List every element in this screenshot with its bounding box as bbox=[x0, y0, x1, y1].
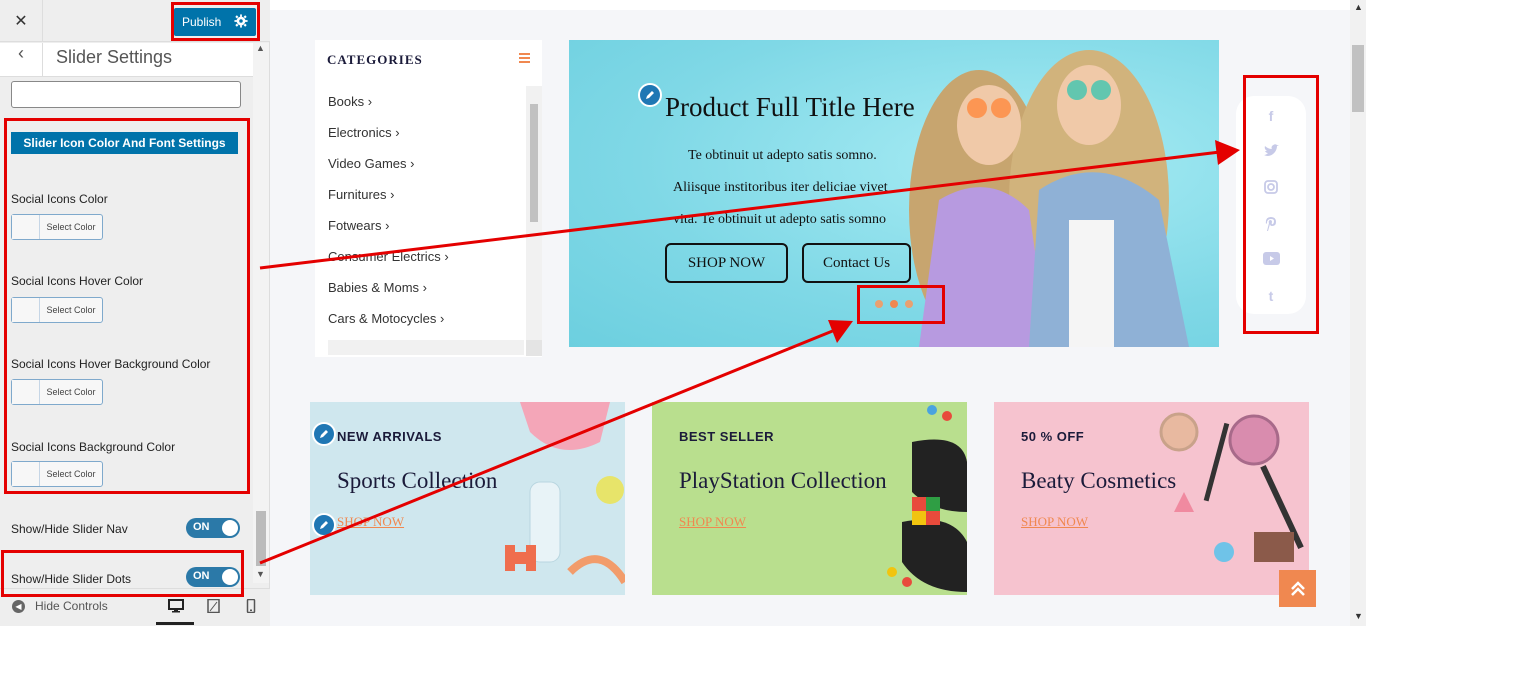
hide-controls-label: Hide Controls bbox=[35, 599, 108, 613]
scroll-down-icon[interactable]: ▼ bbox=[1354, 611, 1363, 621]
category-label: Video Games bbox=[328, 156, 407, 171]
hero-text-line: vita. Te obtinuit ut adepto satis somno bbox=[673, 212, 887, 227]
hide-controls-button[interactable]: ◀ Hide Controls bbox=[12, 599, 108, 613]
hero-text-line: Aliisque institoribus iter deliciae vive… bbox=[673, 180, 888, 195]
promo-title: Sports Collection bbox=[337, 468, 498, 493]
toggle-knob bbox=[222, 520, 238, 536]
category-item[interactable]: Fotwears › bbox=[328, 218, 389, 233]
mobile-icon[interactable] bbox=[243, 599, 259, 613]
chevron-left-icon[interactable]: ‹ bbox=[0, 43, 43, 77]
categories-scrollbar[interactable] bbox=[526, 86, 542, 342]
hero-image bbox=[909, 50, 1189, 347]
cosmetics-image bbox=[1159, 412, 1304, 562]
category-item[interactable]: Video Games › bbox=[328, 156, 414, 171]
section-title: Slider Settings bbox=[56, 47, 173, 67]
promo-card[interactable]: NEW ARRIVALS Sports Collection SHOP NOW bbox=[310, 402, 625, 595]
promo-tag: 50 % OFF bbox=[1021, 429, 1085, 444]
annotation-box bbox=[1243, 75, 1319, 334]
promo-card[interactable]: BEST SELLER PlayStation Collection SHOP … bbox=[652, 402, 967, 595]
close-icon[interactable]: ✕ bbox=[0, 0, 43, 42]
promo-tag: NEW ARRIVALS bbox=[337, 429, 442, 444]
category-item[interactable]: Babies & Moms › bbox=[328, 280, 427, 295]
customizer-screen: ✕ Publish ‹ Slider Settings Slider Icon … bbox=[0, 0, 1517, 676]
annotation-box bbox=[1, 550, 244, 597]
preview-top-strip bbox=[270, 0, 1350, 10]
tablet-icon[interactable] bbox=[206, 599, 222, 613]
category-item[interactable]: Electronics › bbox=[328, 125, 400, 140]
annotation-box bbox=[171, 2, 260, 41]
slider-nav-toggle[interactable]: ON bbox=[186, 518, 240, 538]
promo-title: PlayStation Collection bbox=[679, 468, 887, 493]
promo-link[interactable]: SHOP NOW bbox=[337, 514, 404, 530]
category-label: Furnitures bbox=[328, 187, 387, 202]
scroll-thumb[interactable] bbox=[1352, 45, 1364, 112]
double-chevron-up-icon bbox=[1290, 580, 1305, 596]
contact-us-button[interactable]: Contact Us bbox=[802, 243, 911, 283]
category-label: Books bbox=[328, 94, 365, 109]
active-device-indicator bbox=[156, 622, 194, 625]
category-label: Cars & Motocycles bbox=[328, 311, 437, 326]
categories-hscrollbar[interactable] bbox=[328, 340, 524, 355]
category-item[interactable]: Consumer Electrics › bbox=[328, 249, 449, 264]
hamburger-icon[interactable] bbox=[519, 53, 530, 63]
edit-icon[interactable] bbox=[312, 422, 336, 446]
scroll-thumb[interactable] bbox=[256, 511, 266, 566]
promo-card[interactable]: 50 % OFF Beaty Cosmetics SHOP NOW bbox=[994, 402, 1309, 595]
category-item[interactable]: Books › bbox=[328, 94, 372, 109]
playstation-image bbox=[887, 405, 967, 592]
category-label: Electronics bbox=[328, 125, 392, 140]
sports-image bbox=[505, 402, 625, 585]
categories-title: CATEGORIES bbox=[327, 52, 423, 67]
category-item[interactable]: Furnitures › bbox=[328, 187, 394, 202]
section-header: ‹ Slider Settings bbox=[0, 43, 253, 77]
promo-link[interactable]: SHOP NOW bbox=[1021, 514, 1088, 530]
categories-panel: CATEGORIES Books › Electronics › Video G… bbox=[315, 40, 542, 357]
promo-tag: BEST SELLER bbox=[679, 429, 775, 444]
desktop-icon[interactable] bbox=[168, 599, 184, 613]
collapse-icon: ◀ bbox=[12, 599, 25, 613]
preview-scrollbar[interactable]: ▲ ▼ bbox=[1350, 0, 1366, 626]
hero-text-line: Te obtinuit ut adepto satis somno. bbox=[688, 148, 877, 163]
scroll-up-icon[interactable]: ▲ bbox=[1354, 2, 1363, 12]
category-label: Consumer Electrics bbox=[328, 249, 441, 264]
promo-link[interactable]: SHOP NOW bbox=[679, 514, 746, 530]
category-label: Fotwears bbox=[328, 218, 382, 233]
edit-icon[interactable] bbox=[312, 513, 336, 537]
site-preview: CATEGORIES Books › Electronics › Video G… bbox=[270, 0, 1350, 626]
annotation-box bbox=[857, 285, 945, 324]
scroll-up-icon[interactable]: ▲ bbox=[256, 43, 265, 53]
hero-title: Product Full Title Here bbox=[665, 92, 915, 122]
scroll-corner bbox=[526, 340, 542, 356]
scroll-to-top-button[interactable] bbox=[1279, 570, 1316, 607]
sidebar-scrollbar[interactable]: ▲ ▼ bbox=[253, 43, 269, 583]
annotation-box bbox=[4, 118, 250, 494]
scroll-thumb[interactable] bbox=[530, 104, 538, 222]
scroll-down-icon[interactable]: ▼ bbox=[256, 569, 265, 579]
category-item[interactable]: Cars & Motocycles › bbox=[328, 311, 444, 326]
promo-title: Beaty Cosmetics bbox=[1021, 468, 1177, 493]
toggle-state: ON bbox=[193, 521, 210, 533]
category-label: Babies & Moms bbox=[328, 280, 420, 295]
edit-icon[interactable] bbox=[638, 83, 662, 107]
shop-now-button[interactable]: SHOP NOW bbox=[665, 243, 788, 283]
search-input[interactable] bbox=[11, 81, 241, 108]
toggle-label: Show/Hide Slider Nav bbox=[11, 522, 128, 536]
